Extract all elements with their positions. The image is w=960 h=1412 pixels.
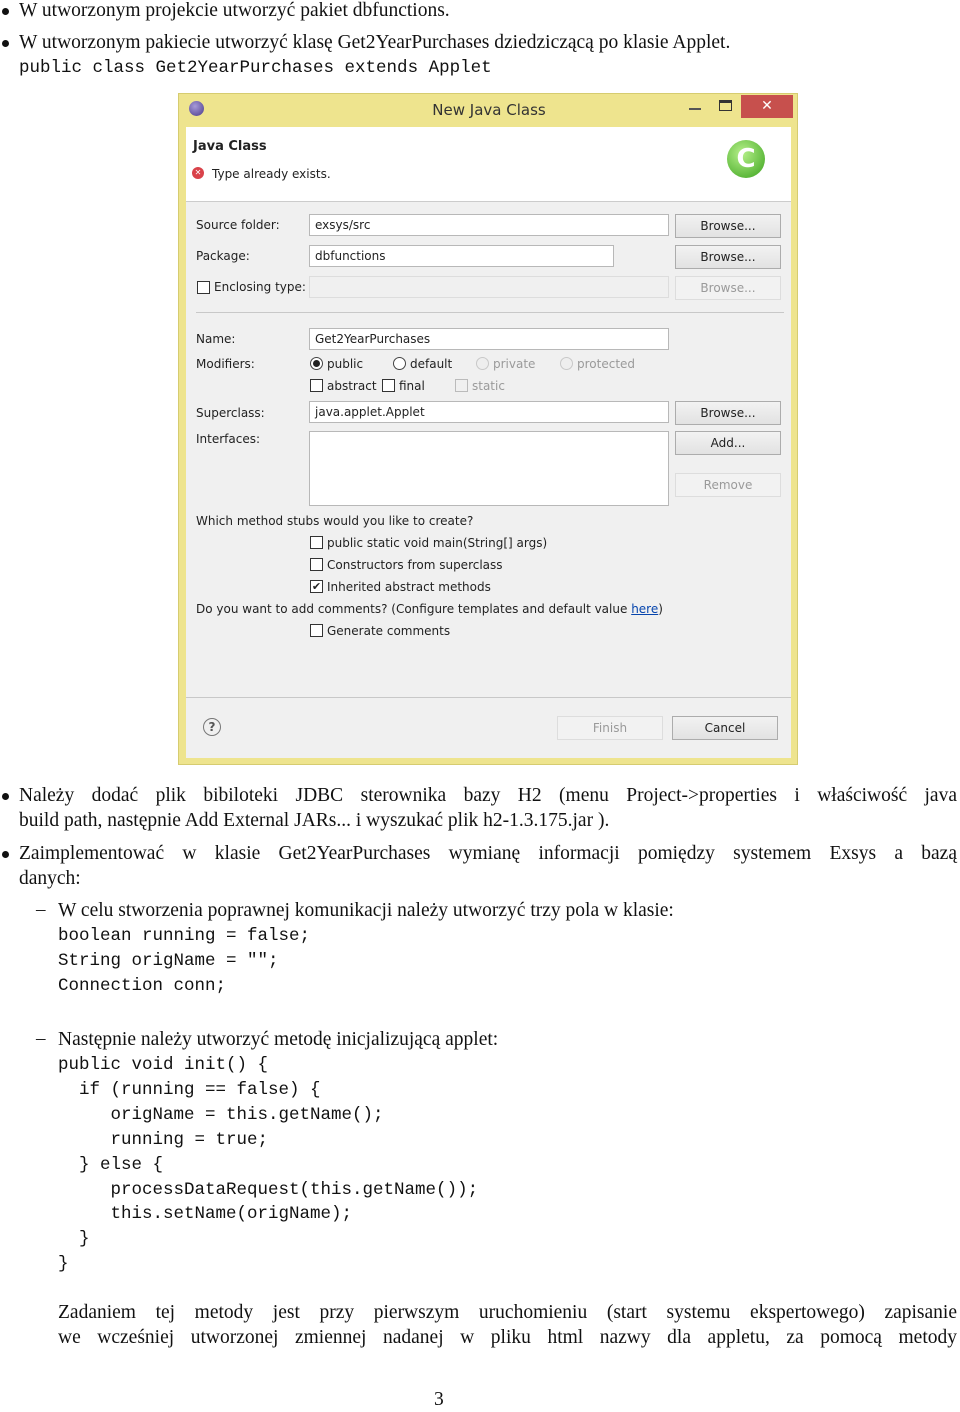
package-input[interactable]: dbfunctions: [309, 245, 614, 267]
default-label: default: [410, 357, 453, 371]
inherited-methods-checkbox[interactable]: ✔: [310, 580, 323, 593]
main-stub-checkbox[interactable]: [310, 536, 323, 549]
private-label: private: [493, 357, 536, 371]
browse-superclass-button[interactable]: Browse...: [675, 401, 781, 425]
cancel-button[interactable]: Cancel: [672, 716, 778, 740]
close-button[interactable]: ✕: [741, 95, 793, 118]
public-label: public: [327, 357, 364, 371]
comments-question: Do you want to add comments? (Configure …: [196, 602, 663, 616]
code-line: origName = this.getName();: [58, 1105, 384, 1125]
inherited-methods-label: Inherited abstract methods: [327, 580, 491, 594]
code-line: this.setName(origName);: [58, 1204, 353, 1224]
main-stub-label: public static void main(String[] args): [327, 536, 548, 550]
superclass-label: Superclass:: [196, 406, 265, 420]
comments-close: ): [658, 602, 663, 616]
footer-separator: [186, 697, 791, 698]
help-icon[interactable]: ?: [203, 718, 221, 736]
class-icon: C: [727, 140, 765, 178]
bullet: [2, 793, 9, 800]
separator: [196, 312, 784, 313]
interfaces-label: Interfaces:: [196, 432, 261, 446]
code-line: }: [58, 1229, 90, 1249]
name-label: Name:: [196, 332, 236, 346]
bullet: [2, 851, 9, 858]
code-line: }: [58, 1254, 69, 1274]
constructors-label: Constructors from superclass: [327, 558, 503, 572]
final-label: final: [399, 379, 425, 393]
here-link[interactable]: here: [631, 602, 658, 616]
source-folder-label: Source folder:: [196, 218, 280, 232]
bullet-text-line: build path, następnie Add External JARs.…: [19, 810, 610, 831]
static-checkbox[interactable]: [455, 379, 468, 392]
browse-package-button[interactable]: Browse...: [675, 245, 781, 269]
default-radio[interactable]: [393, 357, 406, 370]
code-line: processDataRequest(this.getName());: [58, 1180, 479, 1200]
public-radio[interactable]: [310, 357, 323, 370]
code-line: String origName = "";: [58, 951, 279, 971]
superclass-input[interactable]: java.applet.Applet: [309, 401, 669, 423]
bullet-text: W utworzonym pakiecie utworzyć klasę Get…: [19, 32, 731, 53]
abstract-label: abstract: [327, 379, 377, 393]
dash-marker: –: [36, 1028, 46, 1049]
bullet-text-line: danych:: [19, 868, 81, 889]
header-title: Java Class: [193, 139, 267, 154]
maximize-button[interactable]: [719, 100, 732, 111]
private-radio[interactable]: [476, 357, 489, 370]
remove-interface-button[interactable]: Remove: [675, 473, 781, 497]
final-checkbox[interactable]: [382, 379, 395, 392]
constructors-checkbox[interactable]: [310, 558, 323, 571]
minimize-button[interactable]: [689, 108, 701, 110]
bullet: [2, 8, 9, 15]
code-line: boolean running = false;: [58, 926, 311, 946]
browse-source-button[interactable]: Browse...: [675, 214, 781, 238]
code-line: Connection conn;: [58, 976, 227, 996]
dash-marker: –: [36, 899, 46, 920]
paragraph-line: Zadaniem tej metody jest przy pierwszym …: [58, 1302, 957, 1323]
code-line: public void init() {: [58, 1055, 269, 1075]
enclosing-type-input[interactable]: [309, 276, 669, 298]
code-line: } else {: [58, 1155, 164, 1175]
header-panel: [186, 127, 791, 202]
generate-comments-checkbox[interactable]: [310, 624, 323, 637]
protected-radio[interactable]: [560, 357, 573, 370]
enclosing-type-label: Enclosing type:: [214, 280, 306, 294]
sub-item-text: Następnie należy utworzyć metodę inicjal…: [58, 1029, 499, 1050]
modifiers-label: Modifiers:: [196, 357, 255, 371]
page-number: 3: [434, 1389, 444, 1410]
add-interface-button[interactable]: Add...: [675, 431, 781, 455]
code-line: running = true;: [58, 1130, 269, 1150]
name-input[interactable]: Get2YearPurchases: [309, 328, 669, 350]
code-line: if (running == false) {: [58, 1080, 321, 1100]
bullet-text: W utworzonym projekcie utworzyć pakiet d…: [19, 0, 450, 21]
bullet: [2, 40, 9, 47]
code-line: public class Get2YearPurchases extends A…: [19, 58, 492, 78]
enclosing-type-checkbox[interactable]: [197, 281, 210, 294]
protected-label: protected: [577, 357, 636, 371]
browse-enclosing-button[interactable]: Browse...: [675, 276, 781, 300]
static-label: static: [472, 379, 505, 393]
sub-item-text: W celu stworzenia poprawnej komunikacji …: [58, 900, 674, 921]
comments-text: Do you want to add comments? (Configure …: [196, 602, 632, 616]
paragraph-line: we wcześniej utworzonej zmiennej nadanej…: [58, 1327, 957, 1348]
source-folder-input[interactable]: exsys/src: [309, 214, 669, 236]
stubs-question: Which method stubs would you like to cre…: [196, 514, 474, 528]
interfaces-list[interactable]: [309, 431, 669, 506]
bullet-text-line: Należy dodać plik bibiloteki JDBC sterow…: [19, 785, 957, 806]
abstract-checkbox[interactable]: [310, 379, 323, 392]
dialog-title: New Java Class: [432, 101, 546, 119]
package-label: Package:: [196, 249, 250, 263]
bullet-text-line: Zaimplementować w klasie Get2YearPurchas…: [19, 843, 957, 864]
error-icon: ✕: [192, 167, 204, 179]
generate-comments-label: Generate comments: [327, 624, 451, 638]
error-message: Type already exists.: [212, 167, 331, 181]
finish-button[interactable]: Finish: [557, 716, 663, 740]
new-java-class-dialog: New Java Class ✕ Java Class ✕ Type alrea…: [178, 93, 798, 765]
